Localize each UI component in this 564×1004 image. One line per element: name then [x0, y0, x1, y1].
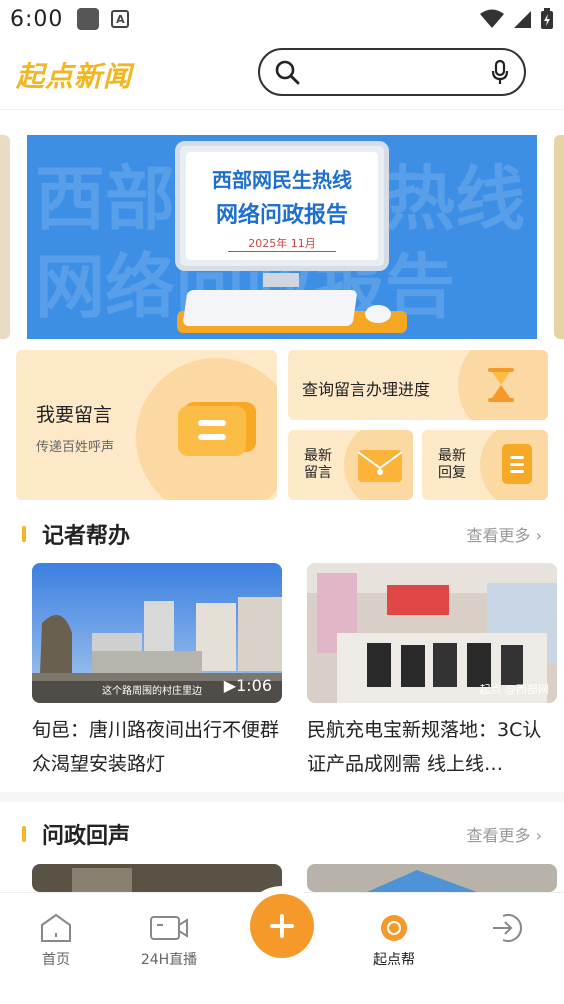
keyboard-illustration: [182, 290, 358, 326]
news-title: 旬邑：唐川路夜间出行不便群众渴望安装路灯: [32, 719, 280, 775]
signal-icon: [514, 11, 531, 28]
search-bar[interactable]: [258, 48, 526, 96]
leave-message-card[interactable]: 我要留言 传递百姓呼声: [16, 350, 277, 500]
query-progress-title: 查询留言办理进度: [302, 380, 431, 399]
publish-plus-button[interactable]: [250, 894, 314, 958]
image-watermark: 起点 @西部网: [479, 683, 550, 696]
nav-label: 24H直播: [140, 952, 198, 968]
video-caption: 这个路周围的村庄里边: [102, 686, 202, 697]
news-thumbnail: [32, 864, 282, 892]
latest-reply-label: 最新回复: [438, 448, 466, 481]
carousel-prev-card[interactable]: [0, 135, 10, 339]
status-time: 6:00: [10, 6, 64, 32]
video-camera-icon: [150, 916, 188, 940]
news-title: 民航充电宝新规落地：3C认证产品成刚需 线上线…: [307, 719, 542, 775]
qidianbang-icon: [381, 915, 407, 941]
notification-icon: [77, 8, 100, 30]
envelope-icon: [358, 450, 402, 482]
banner-monitor-illustration: 西部网民生热线 网络问政报告 2025年 11月: [175, 141, 389, 271]
banner-title-line2: 网络问政报告: [215, 203, 348, 228]
section-accent-bar: [22, 526, 26, 542]
battery-icon: [541, 8, 553, 29]
carousel-next-card[interactable]: [554, 135, 564, 339]
news-thumbnail: [307, 864, 557, 892]
document-icon: [500, 444, 534, 484]
latest-message-label: 最新留言: [304, 448, 332, 481]
query-progress-card[interactable]: 查询留言办理进度: [288, 350, 548, 420]
video-duration: ▶1:06: [223, 676, 272, 695]
nav-label: 起点帮: [373, 952, 415, 968]
search-icon[interactable]: [274, 59, 300, 85]
section-title: 问政回声: [42, 824, 131, 849]
section-title: 记者帮办: [42, 524, 131, 549]
banner-carousel[interactable]: 西部网民生热线 网络问政报告 西部网民生热线 网络问政报告 2025年 11月: [27, 135, 537, 339]
status-icons: [480, 8, 554, 30]
nav-live[interactable]: 24H直播: [129, 913, 209, 969]
leave-message-title: 我要留言: [36, 404, 113, 426]
chat-bubble-icon: [176, 398, 260, 458]
hourglass-icon: [488, 368, 514, 402]
nav-login[interactable]: [466, 913, 546, 949]
news-thumbnail: 起点 @西部网: [307, 563, 557, 703]
leave-message-subtitle: 传递百姓呼声: [36, 440, 115, 455]
mouse-illustration: [365, 305, 391, 323]
banner-title-line1: 西部网民生热线: [212, 168, 352, 192]
app-logo: 起点新闻: [16, 59, 133, 93]
section-divider: [0, 792, 564, 802]
wifi-icon: [480, 9, 504, 28]
app-notification-icon: A: [111, 10, 130, 28]
app-header: 起点新闻: [0, 40, 564, 110]
plus-icon: [270, 914, 294, 938]
news-thumbnail: 这个路周围的村庄里边 ▶1:06: [32, 563, 282, 703]
monitor-stand: [263, 273, 299, 287]
latest-reply-card[interactable]: 最新回复: [422, 430, 548, 500]
nav-label: 首页: [42, 952, 70, 968]
nav-qidianbang[interactable]: 起点帮: [354, 913, 434, 969]
login-icon: [493, 914, 522, 942]
nav-home[interactable]: 首页: [16, 913, 96, 969]
status-bar: 6:00 A: [0, 0, 564, 38]
home-icon: [41, 913, 71, 942]
section-accent-bar: [22, 826, 26, 842]
banner-date: 2025年 11月: [228, 235, 336, 252]
microphone-icon[interactable]: [490, 59, 510, 85]
inquiry-echo-section-header: 问政回声 查看更多 ›: [0, 814, 564, 854]
view-more-link[interactable]: 查看更多 ›: [467, 822, 543, 846]
reporter-help-section-header: 记者帮办 查看更多 ›: [0, 514, 564, 554]
latest-message-card[interactable]: 最新留言: [288, 430, 413, 500]
view-more-link[interactable]: 查看更多 ›: [467, 522, 543, 546]
